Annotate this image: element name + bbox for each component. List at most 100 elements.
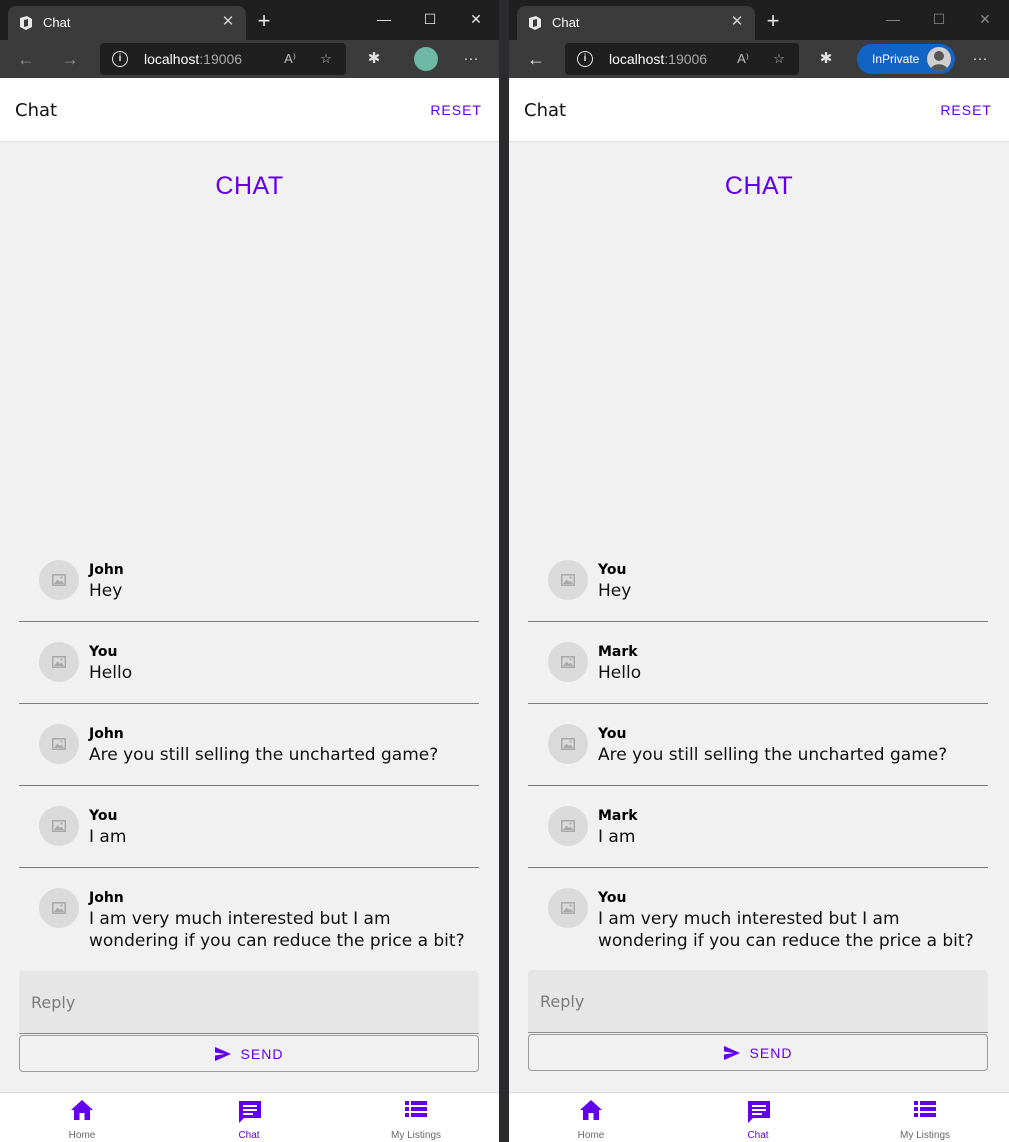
bottom-navigation: Home Chat My Listings: [509, 1092, 1009, 1142]
avatar-image-placeholder-icon: [548, 642, 588, 682]
avatar-image-placeholder-icon: [548, 888, 588, 928]
nav-label: Home: [577, 1130, 605, 1141]
message-item: John Are you still selling the uncharted …: [19, 704, 479, 786]
message-sender: You: [598, 562, 627, 578]
new-tab-icon[interactable]: +: [252, 10, 276, 34]
read-aloud-icon[interactable]: A⁾: [280, 49, 300, 69]
window-divider: [499, 0, 509, 1142]
message-item: You I am: [19, 786, 479, 868]
send-button[interactable]: SEND: [19, 1035, 479, 1072]
send-label: SEND: [749, 1045, 793, 1061]
message-sender: You: [598, 890, 627, 906]
reply-input[interactable]: [19, 971, 479, 1033]
avatar-image-placeholder-icon: [548, 724, 588, 764]
message-text: Hello: [89, 663, 133, 683]
nav-item-home[interactable]: Home: [531, 1093, 651, 1142]
reset-button[interactable]: RESET: [430, 102, 482, 118]
profile-avatar-icon: [927, 47, 951, 71]
extensions-icon[interactable]: ✱: [364, 49, 384, 69]
app-bar: Chat RESET: [509, 78, 1009, 142]
nav-item-my-listings[interactable]: My Listings: [356, 1093, 476, 1142]
message-item: You Hello: [19, 622, 479, 704]
minimize-icon[interactable]: —: [361, 6, 407, 32]
browser-window-right: Chat ✕ + — ☐ ✕ ← i localhost:19006 A⁾ ☆ …: [509, 0, 1009, 1142]
expo-favicon-icon: [20, 16, 32, 30]
message-sender: You: [598, 726, 627, 742]
page-heading: CHAT: [215, 172, 284, 200]
new-tab-icon[interactable]: +: [761, 10, 785, 34]
url-text: localhost:19006: [144, 51, 243, 67]
message-sender: John: [89, 890, 124, 906]
inprivate-label: InPrivate: [872, 52, 920, 66]
avatar-image-placeholder-icon: [39, 806, 79, 846]
address-bar-row: ← i localhost:19006 A⁾ ☆ ✱ InPrivate ···: [509, 40, 1009, 78]
message-sender: You: [89, 808, 118, 824]
title-bar: Chat ✕ + — ☐ ✕: [0, 0, 499, 40]
address-bar[interactable]: i localhost:19006 A⁾ ☆: [565, 43, 799, 75]
close-window-icon[interactable]: ✕: [453, 6, 499, 32]
message-sender: You: [89, 644, 118, 660]
reply-input[interactable]: [528, 970, 988, 1032]
extensions-icon[interactable]: ✱: [816, 49, 836, 69]
forward-arrow-icon[interactable]: →: [56, 45, 84, 73]
maximize-icon[interactable]: ☐: [407, 6, 453, 32]
more-menu-icon[interactable]: ···: [461, 49, 481, 69]
back-arrow-icon[interactable]: ←: [12, 45, 40, 73]
favorite-add-icon[interactable]: ☆: [769, 49, 789, 69]
avatar-image-placeholder-icon: [39, 888, 79, 928]
app-bar-title: Chat: [15, 100, 58, 121]
browser-window-left: Chat ✕ + — ☐ ✕ ← → i localhost:19006 A⁾ …: [0, 0, 499, 1142]
message-sender: John: [89, 562, 124, 578]
nav-label: Home: [68, 1130, 96, 1141]
nav-label: My Listings: [390, 1130, 441, 1141]
back-arrow-icon[interactable]: ←: [522, 45, 550, 73]
favorite-add-icon[interactable]: ☆: [316, 49, 336, 69]
tab-title: Chat: [43, 15, 71, 30]
minimize-icon[interactable]: —: [870, 6, 916, 32]
info-icon[interactable]: i: [577, 51, 593, 67]
message-text: Are you still selling the uncharted game…: [89, 745, 439, 765]
message-text: Hey: [598, 581, 632, 601]
message-text: I am: [598, 827, 636, 847]
message-list: John Hey You Hello John Are you still selling…: [19, 540, 479, 956]
app-bar: Chat RESET: [0, 78, 499, 142]
avatar-image-placeholder-icon: [39, 642, 79, 682]
message-text: Hello: [598, 663, 642, 683]
send-button[interactable]: SEND: [528, 1034, 988, 1071]
tab-title: Chat: [552, 15, 580, 30]
message-text: I am very much interested but I am wonde…: [598, 909, 974, 951]
message-text: I am: [89, 827, 127, 847]
message-item: You Are you still selling the uncharted g…: [528, 704, 988, 786]
profile-avatar-icon[interactable]: [414, 47, 438, 71]
message-item: John Hey: [19, 540, 479, 622]
tab-close-icon[interactable]: ✕: [727, 12, 747, 32]
nav-label: Chat: [238, 1130, 260, 1141]
reset-button[interactable]: RESET: [940, 102, 992, 118]
more-menu-icon[interactable]: ···: [970, 49, 990, 69]
avatar-image-placeholder-icon: [548, 560, 588, 600]
expo-favicon-icon: [529, 16, 541, 30]
reply-field[interactable]: [528, 970, 988, 1033]
close-window-icon[interactable]: ✕: [962, 6, 1008, 32]
send-icon: [214, 1047, 231, 1061]
info-icon[interactable]: i: [112, 51, 128, 67]
read-aloud-icon[interactable]: A⁾: [733, 49, 753, 69]
tab-close-icon[interactable]: ✕: [218, 12, 238, 32]
message-item: Mark I am: [528, 786, 988, 868]
browser-tab[interactable]: Chat ✕: [517, 6, 755, 40]
send-label: SEND: [240, 1046, 284, 1062]
nav-item-chat[interactable]: Chat: [698, 1093, 818, 1142]
avatar-image-placeholder-icon: [39, 724, 79, 764]
nav-item-home[interactable]: Home: [22, 1093, 142, 1142]
browser-tab[interactable]: Chat ✕: [8, 6, 246, 40]
inprivate-badge[interactable]: InPrivate: [857, 44, 955, 74]
nav-label: My Listings: [899, 1130, 950, 1141]
message-text: I am very much interested but I am wonde…: [89, 909, 465, 951]
send-icon: [723, 1046, 740, 1060]
nav-item-chat[interactable]: Chat: [189, 1093, 309, 1142]
reply-field[interactable]: [19, 971, 479, 1034]
maximize-icon[interactable]: ☐: [916, 6, 962, 32]
message-sender: Mark: [598, 644, 638, 660]
address-bar[interactable]: i localhost:19006 A⁾ ☆: [100, 43, 346, 75]
nav-item-my-listings[interactable]: My Listings: [865, 1093, 985, 1142]
